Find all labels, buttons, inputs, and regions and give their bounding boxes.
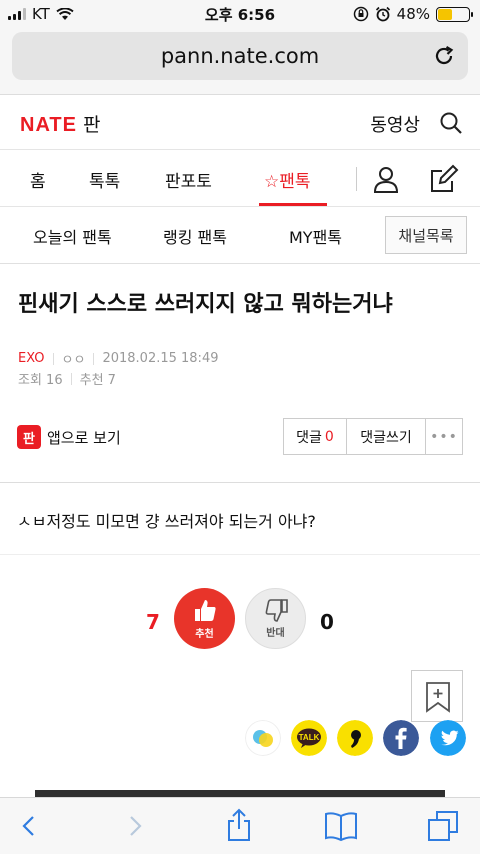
divider bbox=[0, 554, 480, 555]
channel-list-button[interactable]: 채널목록 bbox=[385, 216, 467, 254]
open-in-app-link[interactable]: 판 앱으로 보기 bbox=[17, 425, 121, 449]
comments-label: 댓글 bbox=[296, 429, 322, 446]
bandlike-share-icon[interactable] bbox=[337, 720, 373, 756]
post-title: 핀새기 스스로 쓰러지지 않고 뭐하는거냐 bbox=[18, 292, 393, 317]
thumbs-down-icon bbox=[265, 599, 288, 622]
nav-divider bbox=[356, 167, 357, 191]
tab-fantok[interactable]: ☆팬톡 bbox=[264, 167, 311, 192]
oppose-button[interactable]: 반대 bbox=[245, 588, 306, 649]
status-right: 48% bbox=[353, 5, 473, 23]
oppose-count: 0 bbox=[320, 610, 334, 634]
twitter-share-icon[interactable] bbox=[430, 720, 466, 756]
site-header: NATE 판 동영상 bbox=[0, 96, 480, 150]
address-bar[interactable]: pann.nate.com bbox=[12, 32, 468, 80]
reload-icon[interactable] bbox=[430, 42, 458, 70]
meta-divider bbox=[52, 352, 54, 365]
thumbs-up-icon bbox=[195, 600, 216, 621]
oppose-label: 반대 bbox=[266, 628, 285, 639]
post-views: 조회 16 bbox=[18, 373, 63, 388]
sub-nav-ranking[interactable]: 랭킹 팬톡 bbox=[163, 224, 227, 248]
meta-divider bbox=[93, 352, 95, 365]
battery-percent: 48% bbox=[396, 5, 430, 23]
battery-icon bbox=[436, 6, 473, 22]
sub-nav-my[interactable]: MY팬톡 bbox=[289, 224, 342, 248]
post-recommends: 추천 7 bbox=[79, 373, 116, 388]
bookmark-plus-icon bbox=[426, 682, 450, 713]
sub-nav: 오늘의 팬톡 랭킹 팬톡 MY팬톡 채널목록 bbox=[0, 207, 480, 264]
tab-home[interactable]: 홈 bbox=[30, 167, 46, 192]
open-in-app-label[interactable]: 앱으로 보기 bbox=[47, 427, 121, 448]
tabs-icon[interactable] bbox=[426, 809, 460, 843]
pann-logo-text[interactable]: 판 bbox=[83, 110, 100, 137]
facebook-share-icon[interactable] bbox=[383, 720, 419, 756]
post-author: ㅇㅇ bbox=[61, 353, 86, 368]
url-text[interactable]: pann.nate.com bbox=[12, 44, 468, 68]
active-tab-indicator bbox=[259, 203, 327, 206]
kakaostory-share-icon[interactable] bbox=[245, 720, 281, 756]
forward-icon[interactable] bbox=[124, 814, 146, 838]
search-icon[interactable] bbox=[438, 110, 464, 136]
tab-panphoto[interactable]: 판포토 bbox=[165, 167, 212, 192]
orientation-lock-icon bbox=[353, 6, 368, 22]
tab-toktok[interactable]: 톡톡 bbox=[89, 167, 120, 192]
add-bookmark-button[interactable] bbox=[411, 670, 463, 722]
pann-app-icon[interactable]: 판 bbox=[17, 425, 41, 449]
browser-chrome: pann.nate.com bbox=[0, 28, 480, 95]
back-icon[interactable] bbox=[18, 814, 40, 838]
write-comment-button[interactable]: 댓글쓰기 bbox=[347, 419, 426, 454]
divider bbox=[0, 482, 480, 483]
post-body: ㅅㅂ저정도 미모면 걍 쓰러져야 되는거 아냐? bbox=[17, 512, 316, 531]
post-stats: 조회 16 추천 7 bbox=[18, 369, 116, 388]
comment-actions: 댓글 0 댓글쓰기 ••• bbox=[283, 418, 463, 455]
recommend-button[interactable]: 추천 bbox=[174, 588, 235, 649]
meta-divider bbox=[70, 372, 72, 385]
write-post-icon[interactable] bbox=[428, 163, 460, 195]
recommend-label: 추천 bbox=[195, 629, 214, 640]
svg-text:TALK: TALK bbox=[299, 733, 320, 742]
main-nav: 홈 톡톡 판포토 ☆팬톡 bbox=[0, 150, 480, 207]
nate-logo-text[interactable]: NATE bbox=[20, 114, 77, 137]
sub-nav-today[interactable]: 오늘의 팬톡 bbox=[33, 224, 112, 248]
comments-count: 0 bbox=[324, 428, 334, 445]
post-date: 2018.02.15 18:49 bbox=[102, 351, 219, 366]
alarm-icon bbox=[375, 6, 390, 22]
post-category[interactable]: EXO bbox=[18, 351, 45, 366]
comments-button[interactable]: 댓글 0 bbox=[284, 419, 347, 454]
recommend-count: 7 bbox=[146, 610, 160, 634]
user-icon[interactable] bbox=[371, 164, 401, 194]
video-link[interactable]: 동영상 bbox=[370, 111, 420, 137]
more-options-button[interactable]: ••• bbox=[426, 419, 462, 454]
nate-pann-logo[interactable]: NATE 판 bbox=[20, 110, 100, 137]
status-bar: KT 오후 6:56 48% bbox=[0, 0, 480, 28]
kakaotalk-share-icon[interactable]: TALK bbox=[291, 720, 327, 756]
share-icon[interactable] bbox=[224, 807, 254, 843]
post-meta: EXO ㅇㅇ 2018.02.15 18:49 bbox=[18, 349, 218, 368]
browser-toolbar bbox=[0, 797, 480, 854]
bookmarks-icon[interactable] bbox=[323, 810, 359, 842]
